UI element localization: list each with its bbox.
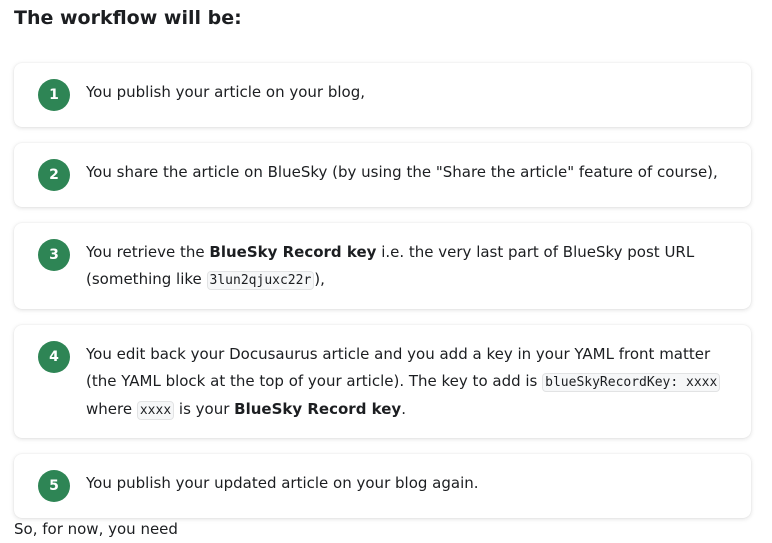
step-number-badge: 2 — [38, 159, 70, 191]
placeholder-value-code: xxxx — [136, 401, 175, 420]
following-paragraph-partial: So, for now, you need — [14, 520, 178, 538]
step-text-segment: You publish your updated article on your… — [86, 474, 479, 492]
step-text-segment: You share the article on BlueSky (by usi… — [86, 163, 718, 181]
step-card-4: 4 You edit back your Docusaurus article … — [14, 325, 751, 438]
bluesky-record-key-term: BlueSky Record key — [234, 400, 402, 418]
step-text-segment: is your — [174, 400, 235, 418]
step-card-2: 2 You share the article on BlueSky (by u… — [14, 143, 751, 207]
step-card-1: 1 You publish your article on your blog, — [14, 63, 751, 127]
step-text: You share the article on BlueSky (by usi… — [86, 159, 731, 186]
step-text: You retrieve the BlueSky Record key i.e.… — [86, 239, 731, 294]
step-text: You publish your updated article on your… — [86, 470, 731, 497]
step-card-5: 5 You publish your updated article on yo… — [14, 454, 751, 518]
step-card-3: 3 You retrieve the BlueSky Record key i.… — [14, 223, 751, 309]
step-text: You publish your article on your blog, — [86, 79, 731, 106]
step-text: You edit back your Docusaurus article an… — [86, 341, 731, 424]
yaml-key-code: blueSkyRecordKey: xxxx — [542, 373, 721, 392]
step-number-badge: 4 — [38, 341, 70, 373]
step-number-badge: 1 — [38, 79, 70, 111]
bluesky-record-key-term: BlueSky Record key — [209, 243, 377, 261]
step-text-segment: . — [401, 400, 406, 418]
workflow-heading: The workflow will be: — [14, 7, 242, 29]
step-number-badge: 3 — [38, 239, 70, 271]
step-text-segment: ), — [314, 270, 325, 288]
step-text-segment: You publish your article on your blog, — [86, 83, 366, 101]
step-text-segment: You retrieve the — [86, 243, 210, 261]
record-key-example-code: 3lun2qjuxc22r — [206, 271, 315, 290]
step-number-badge: 5 — [38, 470, 70, 502]
step-text-segment: where — [86, 400, 137, 418]
